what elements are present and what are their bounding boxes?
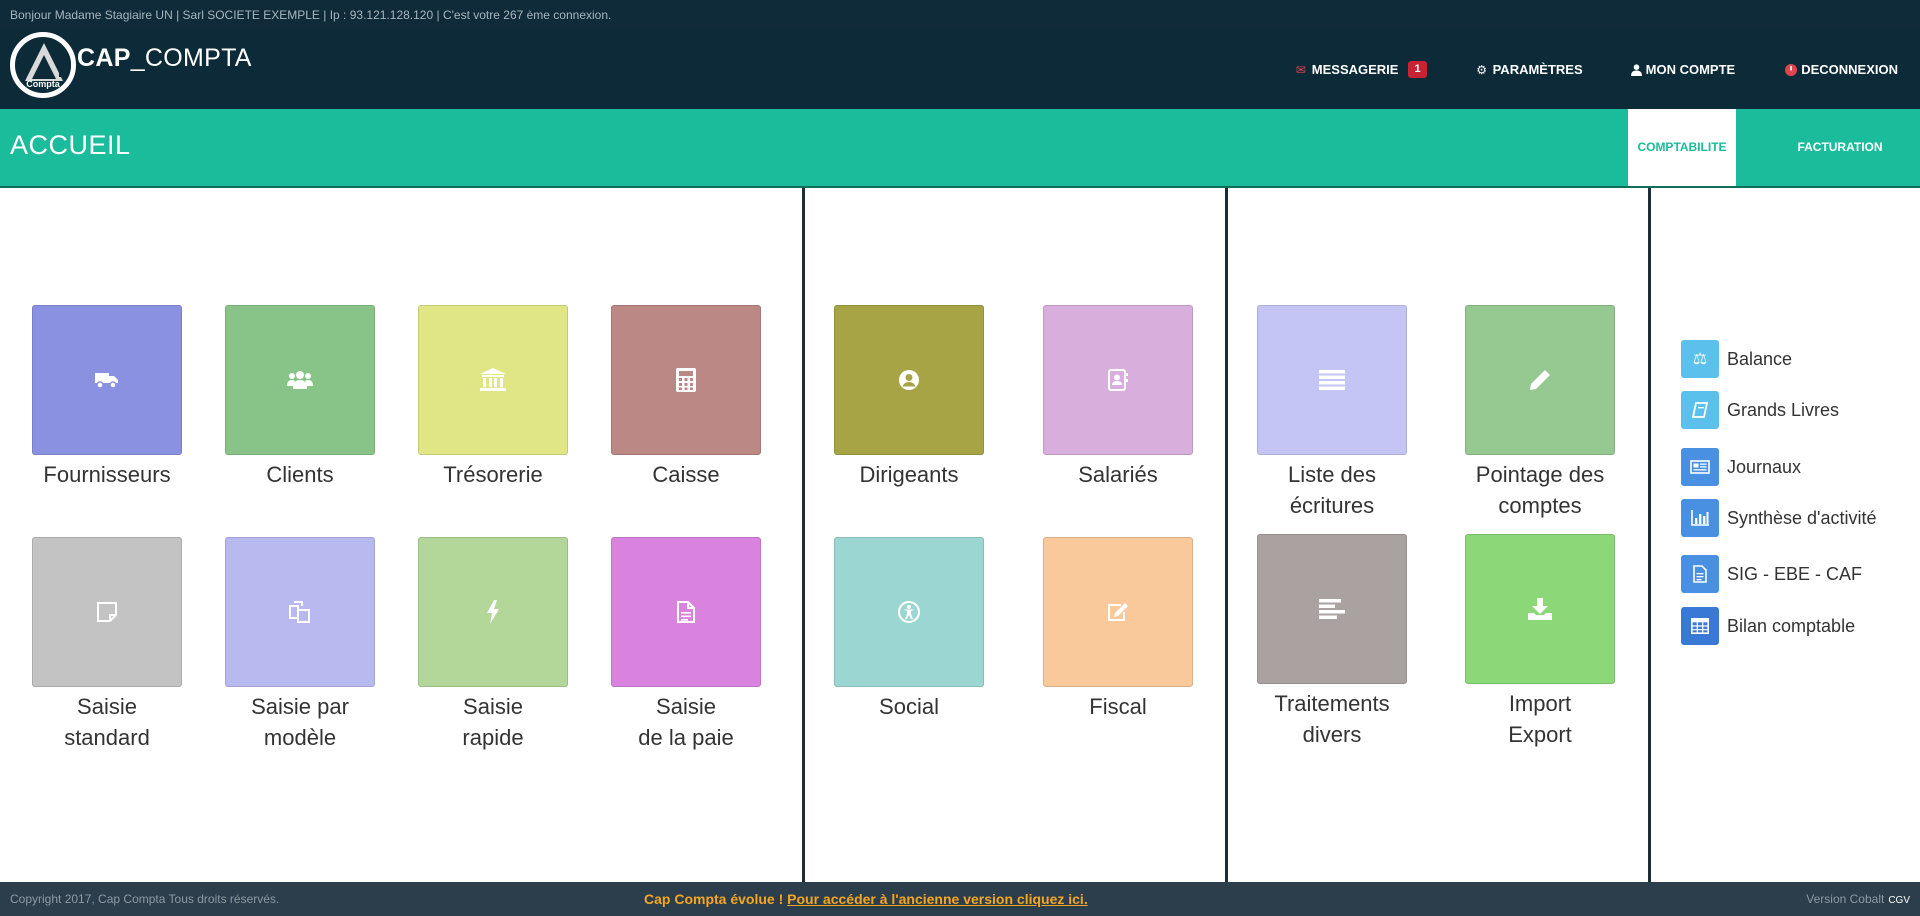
power-icon [1785,63,1798,76]
panel-divider [1648,188,1651,882]
tile-label: Pointage des comptes [1475,462,1605,518]
tile-saisie-rapide[interactable] [418,537,568,687]
footer: Copyright 2017, Cap Compta Tous droits r… [0,882,1920,916]
universal-access-icon [898,601,920,623]
bolt-icon [487,600,499,624]
messagerie-link[interactable]: ✉ MESSAGERIE 1 [1270,61,1451,78]
tile-saisie-de-la-paie[interactable] [611,537,761,687]
tile-label: Clients [266,462,334,487]
calculator-icon [676,368,696,392]
envelope-icon: ✉ [1295,62,1306,77]
tile-saisie-par-modele[interactable] [225,537,375,687]
align-left-icon [1319,599,1345,619]
tile-liste-des-ecritures[interactable] [1257,305,1407,455]
tile-saisie-standard[interactable] [32,537,182,687]
cgv-link[interactable]: CGV [1888,895,1910,906]
gear-icon: ⚙ [1476,62,1487,77]
pencil-icon [1530,370,1550,390]
brand-name[interactable]: CAP_COMPTA [77,44,252,73]
page-title: ACCUEIL [10,130,131,160]
sidebar-item-sig-ebe-caf[interactable]: SIG - EBE - CAF [1681,554,1862,594]
tile-label: Fiscal [1089,694,1147,719]
tile-tresorerie[interactable] [418,305,568,455]
ip-address: Ip : 93.121.128.120 [329,8,434,22]
users-icon [287,371,313,389]
sidebar-item-synthese-activite[interactable]: Synthèse d'activité [1681,498,1877,538]
version-notice: Cap Compta évolue ! Pour accéder à l'anc… [644,891,1088,907]
sidebar-item-bilan-comptable[interactable]: Bilan comptable [1681,606,1855,646]
panel-divider [1225,188,1228,882]
copy-icon [289,601,310,623]
tile-fournisseurs[interactable] [32,305,182,455]
edit-icon [1108,603,1128,621]
tile-label: Import Export [1508,691,1572,747]
tile-label: Fournisseurs [43,462,171,487]
tile-label: Saisie rapide [462,694,524,750]
sticky-note-icon [97,602,117,622]
tile-label: Caisse [652,462,720,487]
tile-label: Saisie par modèle [251,694,349,750]
sidebar-item-journaux[interactable]: Journaux [1681,447,1801,487]
panel-divider [802,188,805,882]
user-icon [1630,63,1642,76]
tile-label: Dirigeants [859,462,959,487]
user-circle-icon [899,370,919,390]
copyright-text: Copyright 2017, Cap Compta Tous droits r… [10,892,280,906]
book-icon [1681,391,1719,429]
connection-count: C'est votre 267 ème connexion. [442,8,612,22]
tile-label: Saisie standard [64,694,150,750]
company-name: Sarl SOCIETE EXEMPLE [182,8,320,22]
sidebar-item-grands-livres[interactable]: Grands Livres [1681,390,1839,430]
tile-social[interactable] [834,537,984,687]
bar-chart-icon [1681,499,1719,537]
tile-label: Saisie de la paie [638,694,734,750]
truck-icon [95,373,118,389]
message-count-badge: 1 [1408,61,1427,78]
tab-facturation[interactable]: FACTURATION [1770,109,1910,186]
tile-import-export[interactable] [1465,534,1615,684]
header: Compta CAP_COMPTA ✉ MESSAGERIE 1 ⚙ PARAM… [0,30,1920,109]
parametres-link[interactable]: ⚙ PARAMÈTRES [1451,62,1607,77]
address-book-icon [1108,369,1128,391]
table-icon [1681,607,1719,645]
mon-compte-link[interactable]: MON COMPTE [1607,62,1760,77]
tile-label: Social [879,694,939,719]
greeting-text: Bonjour Madame Stagiaire UN [10,8,173,22]
tile-salaries[interactable] [1043,305,1193,455]
tile-label: Traitements divers [1274,691,1390,747]
tile-fiscal[interactable] [1043,537,1193,687]
file-icon [1681,555,1719,593]
download-icon [1528,598,1552,620]
tile-dirigeants[interactable] [834,305,984,455]
deconnexion-link[interactable]: DECONNEXION [1759,62,1920,77]
logo[interactable]: Compta [10,32,76,98]
tile-clients[interactable] [225,305,375,455]
title-band: ACCUEIL COMPTABILITE FACTURATION [0,109,1920,188]
file-text-icon [677,601,695,623]
logo-text: Compta [26,79,60,89]
scale-icon: ⚖ [1681,340,1719,378]
list-icon [1319,370,1345,390]
old-version-link[interactable]: Pour accéder à l'ancienne version clique… [787,891,1088,907]
info-bar: Bonjour Madame Stagiaire UN | Sarl SOCIE… [0,0,1920,30]
tile-traitements-divers[interactable] [1257,534,1407,684]
tile-caisse[interactable] [611,305,761,455]
sidebar-item-balance[interactable]: ⚖ Balance [1681,339,1792,379]
bank-icon [480,368,506,391]
tab-comptabilite[interactable]: COMPTABILITE [1628,109,1736,186]
version-info: Version Cobalt CGV [1806,892,1910,906]
tile-label: Trésorerie [443,462,543,487]
tile-label: Salariés [1078,462,1158,487]
newspaper-icon [1681,448,1719,486]
top-nav: ✉ MESSAGERIE 1 ⚙ PARAMÈTRES MON COMPTE D… [1270,30,1920,109]
tile-pointage-des-comptes[interactable] [1465,305,1615,455]
tile-label: Liste des écritures [1287,462,1377,518]
